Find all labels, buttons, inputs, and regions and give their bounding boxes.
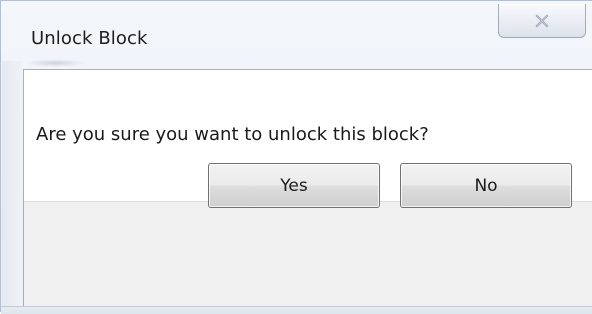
dialog-client-area: Are you sure you want to unlock this blo… <box>23 69 592 308</box>
dialog-window: Unlock Block Are you sure you want to un… <box>0 0 592 314</box>
yes-button[interactable]: Yes <box>208 163 380 208</box>
window-frame-bottom <box>1 306 592 314</box>
button-panel <box>24 201 592 308</box>
confirmation-message: Are you sure you want to unlock this blo… <box>36 124 429 145</box>
close-icon <box>535 13 549 28</box>
close-button[interactable] <box>498 4 586 38</box>
no-button[interactable]: No <box>400 163 572 208</box>
title-bar[interactable]: Unlock Block <box>1 1 592 69</box>
window-title: Unlock Block <box>31 28 148 49</box>
window-frame-left <box>2 61 22 306</box>
